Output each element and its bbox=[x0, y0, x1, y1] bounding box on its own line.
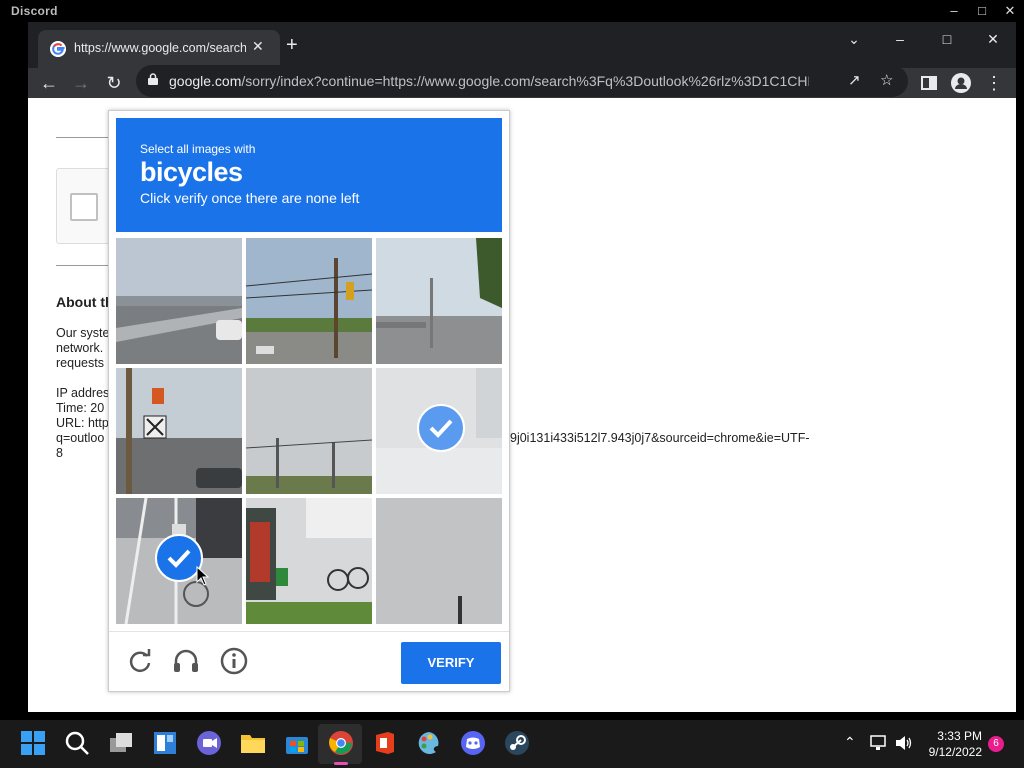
chrome-icon[interactable] bbox=[328, 730, 354, 756]
paint-icon[interactable] bbox=[416, 730, 442, 756]
search-icon[interactable] bbox=[64, 730, 90, 756]
minimize-icon[interactable]: – bbox=[943, 2, 965, 20]
captcha-header: Select all images with bicycles Click ve… bbox=[116, 118, 502, 232]
browser-tab[interactable]: https://www.google.com/search? ✕ bbox=[38, 30, 280, 68]
instruction-text: Select all images with bbox=[140, 142, 256, 156]
captcha-tile-6[interactable] bbox=[376, 368, 502, 494]
teams-chat-icon[interactable] bbox=[196, 730, 222, 756]
discord-icon[interactable] bbox=[460, 730, 486, 756]
recaptcha-checkbox[interactable] bbox=[70, 193, 98, 221]
reload-icon[interactable]: ↻ bbox=[101, 70, 127, 96]
clock-date: 9/12/2022 bbox=[928, 745, 982, 759]
url-tail: 9j0i131i433i512l7.943j0j7&sourceid=chrom… bbox=[510, 431, 810, 445]
tray-chevron-icon[interactable]: ⌃ bbox=[844, 734, 856, 751]
captcha-tile-4[interactable] bbox=[116, 368, 242, 494]
file-explorer-icon[interactable] bbox=[240, 730, 266, 756]
forward-icon[interactable]: → bbox=[68, 70, 94, 96]
bookmark-star-icon[interactable]: ☆ bbox=[880, 71, 893, 89]
window-restore-icon[interactable]: □ bbox=[933, 28, 961, 50]
profile-icon[interactable] bbox=[951, 73, 971, 93]
info-icon[interactable] bbox=[219, 646, 249, 676]
captcha-tile-8[interactable] bbox=[246, 498, 372, 624]
lock-icon bbox=[148, 73, 158, 85]
new-tab-button[interactable]: + bbox=[286, 35, 298, 55]
tab-search-icon[interactable]: ⌄ bbox=[840, 28, 868, 50]
discord-title: Discord bbox=[11, 4, 58, 18]
ip-address: IP addres bbox=[56, 386, 110, 400]
office-icon[interactable] bbox=[372, 730, 398, 756]
captcha-footer: VERIFY bbox=[109, 631, 509, 692]
url-query: q=outloo bbox=[56, 431, 105, 445]
active-app-indicator bbox=[334, 762, 348, 765]
divider bbox=[56, 137, 116, 138]
volume-icon[interactable] bbox=[895, 735, 913, 751]
browser-toolbar: ← → ↻ google.com/sorry/index?continue=ht… bbox=[28, 65, 1016, 98]
taskbar-clock[interactable]: 3:33 PM 9/12/2022 bbox=[920, 728, 982, 760]
selected-check-icon bbox=[417, 404, 465, 452]
divider bbox=[56, 265, 116, 266]
captcha-tile-9[interactable] bbox=[376, 498, 502, 624]
window-minimize-icon[interactable]: – bbox=[886, 28, 914, 50]
target-word: bicycles bbox=[140, 157, 243, 187]
close-icon[interactable]: ✕ bbox=[999, 2, 1021, 20]
verify-button[interactable]: VERIFY bbox=[401, 642, 501, 684]
url-host: google.com bbox=[169, 73, 242, 89]
window-close-icon[interactable]: ✕ bbox=[979, 28, 1007, 50]
browser-window: https://www.google.com/search? ✕ + ⌄ – □… bbox=[28, 22, 1016, 712]
taskbar: ⌃ 3:33 PM 9/12/2022 6 bbox=[0, 720, 1024, 768]
para-line: requests bbox=[56, 356, 104, 370]
clock-time: 3:33 PM bbox=[937, 729, 982, 743]
tab-strip: https://www.google.com/search? ✕ + ⌄ – □… bbox=[28, 22, 1016, 68]
menu-kebab-icon[interactable]: ⋮ bbox=[981, 70, 1007, 96]
captcha-tile-3[interactable] bbox=[376, 238, 502, 364]
url-label: URL: http bbox=[56, 416, 109, 430]
audio-challenge-icon[interactable] bbox=[171, 646, 201, 676]
para-line: network. bbox=[56, 341, 104, 355]
task-view-icon[interactable] bbox=[108, 730, 134, 756]
about-heading: About th bbox=[56, 294, 114, 310]
back-icon[interactable]: ← bbox=[36, 70, 62, 96]
discord-titlebar: Discord – □ ✕ bbox=[0, 0, 1024, 22]
captcha-tile-5[interactable] bbox=[246, 368, 372, 494]
captcha-tile-2[interactable] bbox=[246, 238, 372, 364]
microsoft-store-icon[interactable] bbox=[284, 730, 310, 756]
steam-icon[interactable] bbox=[504, 730, 530, 756]
instruction-subtext: Click verify once there are none left bbox=[140, 190, 360, 206]
side-panel-icon[interactable] bbox=[921, 75, 937, 91]
address-bar[interactable]: google.com/sorry/index?continue=https://… bbox=[136, 65, 908, 97]
reload-challenge-icon[interactable] bbox=[125, 646, 155, 676]
url-end: 8 bbox=[56, 446, 63, 460]
url-text: google.com/sorry/index?continue=https://… bbox=[169, 73, 809, 89]
time-text: Time: 20 bbox=[56, 401, 105, 415]
tab-title: https://www.google.com/search? bbox=[74, 41, 246, 55]
google-icon bbox=[50, 41, 66, 57]
share-icon[interactable]: ↗ bbox=[848, 71, 861, 89]
network-icon[interactable] bbox=[870, 735, 888, 751]
para-line: Our syste bbox=[56, 326, 110, 340]
captcha-tile-1[interactable] bbox=[116, 238, 242, 364]
url-path: /sorry/index?continue=https://www.google… bbox=[241, 73, 809, 89]
captcha-challenge: Select all images with bicycles Click ve… bbox=[108, 110, 510, 692]
mouse-cursor-icon bbox=[196, 566, 210, 586]
windows-start-icon[interactable] bbox=[20, 730, 46, 756]
maximize-icon[interactable]: □ bbox=[971, 2, 993, 20]
tab-close-icon[interactable]: ✕ bbox=[252, 38, 264, 55]
notification-badge[interactable]: 6 bbox=[988, 736, 1004, 752]
captcha-tile-7[interactable] bbox=[116, 498, 242, 624]
page-content: About th Our syste network. requests IP … bbox=[28, 98, 1016, 712]
widgets-icon[interactable] bbox=[152, 730, 178, 756]
